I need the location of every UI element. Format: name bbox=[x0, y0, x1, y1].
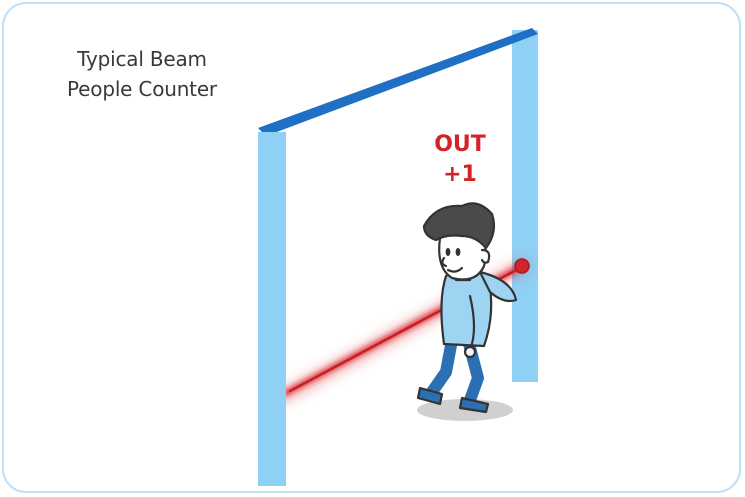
door-post-left bbox=[258, 132, 286, 486]
sensor-emitter-icon bbox=[514, 258, 530, 274]
door-post-right bbox=[512, 30, 538, 382]
door-header-beam bbox=[258, 28, 538, 136]
count-increment: +1 bbox=[443, 162, 477, 187]
beam-counter-illustration bbox=[258, 28, 538, 486]
count-indicator: OUT +1 bbox=[408, 130, 512, 190]
count-direction: OUT bbox=[434, 132, 486, 157]
